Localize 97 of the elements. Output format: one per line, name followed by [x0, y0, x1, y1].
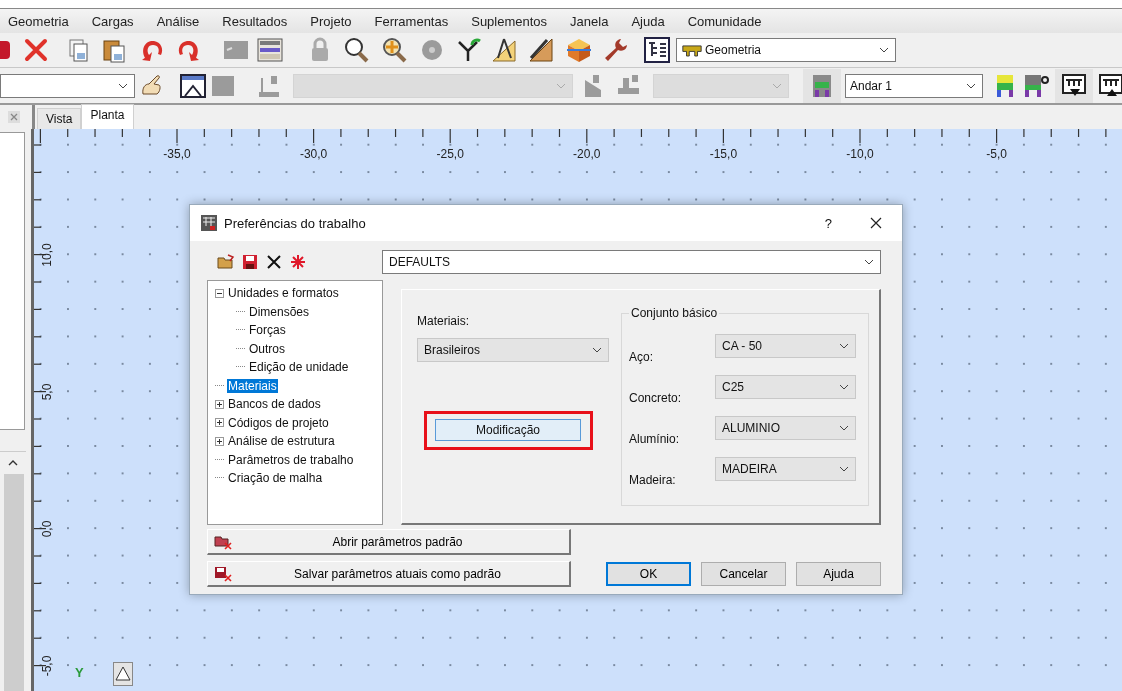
menu-item[interactable]: Geometria [8, 13, 69, 29]
preset-select[interactable]: DEFAULTS [382, 250, 881, 274]
tree-item[interactable]: Criação de malha [227, 471, 324, 486]
material-select[interactable]: ALUMINIO [715, 416, 856, 440]
menu-item[interactable]: Resultados [222, 13, 288, 29]
delete-icon[interactable] [265, 253, 283, 271]
floor-down-button[interactable] [1055, 68, 1093, 103]
scrollbar[interactable] [0, 451, 26, 691]
menu-item[interactable]: Análise [156, 13, 200, 29]
ruler-label: -5,0 [985, 147, 1008, 161]
platform-icon [681, 42, 703, 58]
chevron-down-icon [966, 82, 976, 89]
chevron-down-icon [839, 425, 849, 431]
dialog-button[interactable]: Cancelar [701, 562, 786, 586]
tab[interactable]: Planta [81, 104, 134, 129]
tree-item[interactable]: Outros [248, 341, 286, 356]
collapse-icon[interactable] [215, 288, 224, 298]
triangle-button[interactable] [113, 662, 133, 686]
cube-icon[interactable] [565, 36, 593, 64]
chevron-down-icon [839, 466, 849, 472]
materials-select[interactable]: Brasileiros [417, 338, 609, 362]
window-icon[interactable] [179, 71, 207, 100]
tree-item[interactable]: Códigos de projeto [227, 415, 330, 430]
ruler-label: -30,0 [298, 147, 329, 161]
chevron-down-icon [118, 82, 128, 89]
field-label: Alumínio: [629, 432, 681, 446]
dropdown[interactable] [0, 73, 135, 98]
tree-item[interactable]: Edição de unidade [248, 360, 350, 375]
tree-item[interactable]: Dimensões [248, 304, 311, 319]
chevron-down-icon [864, 259, 874, 265]
table-icon[interactable] [256, 36, 284, 64]
field-label: Madeira: [629, 473, 677, 487]
menu-item[interactable]: Cargas [91, 13, 134, 29]
ruler-label: -20,0 [572, 147, 602, 161]
material-select[interactable]: C25 [715, 375, 856, 399]
tree-item[interactable]: Materiais [227, 378, 278, 393]
menu-item[interactable]: Ferramentas [374, 13, 449, 29]
floor-button[interactable] [803, 68, 841, 103]
help-button[interactable]: ? [824, 215, 832, 231]
ruler-label: -10,0 [845, 147, 875, 161]
chevron-down-icon [839, 384, 849, 390]
zoom-icon[interactable] [342, 36, 370, 64]
expand-icon[interactable] [215, 436, 224, 446]
save-defaults-button[interactable]: Salvar parâmetros atuais como padrão [207, 561, 571, 587]
menu-item[interactable]: Projeto [310, 13, 352, 29]
chevron-down-icon [592, 347, 602, 353]
folder-icon[interactable] [217, 253, 235, 271]
tree-item[interactable]: Bancos de dados [227, 397, 322, 412]
field-label: Materiais: [417, 314, 470, 328]
menu-item[interactable]: Ajuda [631, 13, 665, 29]
field-label: Concreto: [629, 391, 683, 405]
tree-list-icon[interactable] [643, 36, 671, 64]
menu-item[interactable]: Suplementos [471, 13, 548, 29]
open-defaults-button[interactable]: Abrir parâmetros padrão [207, 529, 571, 555]
ruler-label: -15,0 [708, 147, 739, 161]
ruler-label: 0,0 [40, 519, 54, 540]
tab[interactable]: Vista [37, 108, 82, 129]
layer-select[interactable]: Geometria [676, 38, 896, 62]
ruler-label: 10,0 [40, 242, 54, 269]
ruler-label: -25,0 [435, 147, 465, 161]
chevron-down-icon [879, 47, 889, 53]
ruler-label: -35,0 [162, 147, 192, 161]
dialog-title: Preferências do trabalho [224, 215, 367, 231]
zoom-move-icon[interactable] [380, 36, 408, 64]
save-icon [214, 565, 232, 582]
tree-item[interactable]: Análise de estrutura [227, 434, 336, 449]
triangle-ruler-icon[interactable] [527, 36, 555, 64]
menu-item[interactable]: Comunidade [687, 13, 762, 29]
dialog-button[interactable]: OK [606, 562, 691, 586]
save-icon[interactable] [241, 253, 259, 271]
axis-label: Y [75, 665, 84, 680]
chevron-down-icon [772, 82, 782, 89]
star-icon[interactable] [289, 253, 307, 271]
tree-item[interactable]: Unidades e formatos [227, 286, 340, 301]
tree-item[interactable]: Forças [248, 323, 287, 338]
tree-item[interactable]: Parâmetros de trabalho [227, 452, 355, 467]
set-square-icon[interactable] [490, 36, 518, 64]
ruler-label: 5,0 [40, 382, 54, 403]
caret-up-icon[interactable] [8, 460, 18, 466]
grid-icon [200, 214, 218, 232]
field-label: Aço: [629, 350, 654, 364]
group-title: Conjunto básico [629, 306, 720, 320]
dialog-button[interactable]: Ajuda [796, 562, 881, 586]
drawing-canvas[interactable] [34, 129, 1122, 691]
expand-icon[interactable] [215, 418, 224, 428]
floor-select[interactable]: Andar 1 [845, 73, 983, 98]
material-select[interactable]: CA - 50 [715, 334, 856, 358]
expand-icon[interactable] [215, 399, 224, 409]
ruler-label: -5,0 [40, 654, 54, 679]
close-icon[interactable] [870, 217, 882, 229]
menu-item[interactable]: Janela [570, 13, 609, 29]
material-select[interactable]: MADEIRA [715, 457, 856, 481]
modify-button[interactable]: Modificação [435, 419, 581, 441]
chevron-down-icon [839, 343, 849, 349]
folder-icon [214, 533, 232, 550]
chevron-down-icon [556, 82, 566, 89]
branch-icon[interactable] [455, 36, 483, 64]
